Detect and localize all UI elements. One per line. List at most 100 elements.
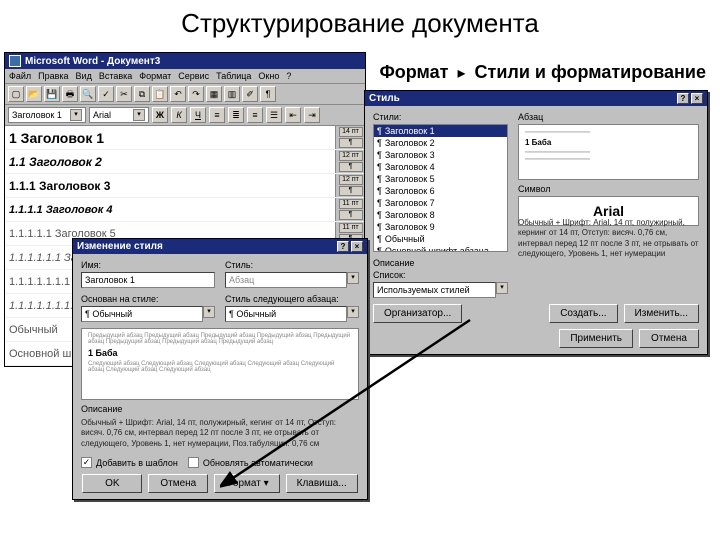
list-select[interactable]: Используемых стилей bbox=[373, 282, 496, 298]
based-select[interactable]: ¶ Обычный bbox=[81, 306, 203, 322]
para-icon: ¶ bbox=[377, 234, 382, 244]
spell-icon[interactable]: ✓ bbox=[98, 86, 114, 102]
outline-text: 1.1.1 Заголовок 3 bbox=[5, 177, 335, 195]
undo-icon[interactable]: ↶ bbox=[170, 86, 186, 102]
format-button[interactable]: Формат ▾ bbox=[214, 474, 279, 493]
outline-row[interactable]: 1.1.1.1 Заголовок 411 пт¶ bbox=[5, 198, 365, 222]
save-icon[interactable]: 💾 bbox=[44, 86, 60, 102]
list-label: Список: bbox=[373, 270, 699, 280]
menu-file[interactable]: Файл bbox=[9, 71, 31, 81]
open-icon[interactable]: 📂 bbox=[26, 86, 42, 102]
menu-instruction: Формат ▸ Стили и форматирование bbox=[379, 62, 706, 83]
italic-icon[interactable]: К bbox=[171, 107, 187, 123]
list-item[interactable]: ¶ Заголовок 6 bbox=[374, 185, 507, 197]
draw-icon[interactable]: ✐ bbox=[242, 86, 258, 102]
close-icon[interactable]: × bbox=[691, 93, 703, 104]
help-icon[interactable]: ? bbox=[337, 241, 349, 252]
indent-dec-icon[interactable]: ⇤ bbox=[285, 107, 301, 123]
copy-icon[interactable]: ⧉ bbox=[134, 86, 150, 102]
align-center-icon[interactable]: ≣ bbox=[228, 107, 244, 123]
cancel-button[interactable]: Отмена bbox=[148, 474, 208, 493]
auto-update-label: Обновлять автоматически bbox=[203, 458, 313, 468]
add-template-checkbox[interactable]: ✓Добавить в шаблон bbox=[81, 457, 178, 468]
menu-edit[interactable]: Правка bbox=[38, 71, 68, 81]
menu-format[interactable]: Формат bbox=[139, 71, 171, 81]
arrow-icon: ▸ bbox=[453, 65, 469, 82]
next-select[interactable]: ¶ Обычный bbox=[225, 306, 347, 322]
list-item[interactable]: ¶ Заголовок 4 bbox=[374, 161, 507, 173]
chevron-down-icon[interactable]: ▾ bbox=[203, 306, 215, 318]
indent-inc-icon[interactable]: ⇥ bbox=[304, 107, 320, 123]
name-field[interactable]: Заголовок 1 bbox=[81, 272, 215, 288]
new-button[interactable]: Создать... bbox=[549, 304, 617, 323]
para-icon: ¶ bbox=[377, 210, 382, 220]
word-icon bbox=[9, 55, 21, 67]
cut-icon[interactable]: ✂ bbox=[116, 86, 132, 102]
menu-window[interactable]: Окно bbox=[258, 71, 279, 81]
ok-button[interactable]: OK bbox=[82, 474, 142, 493]
menu-help[interactable]: ? bbox=[286, 71, 291, 81]
list-item[interactable]: ¶ Заголовок 7 bbox=[374, 197, 507, 209]
auto-update-checkbox[interactable]: Обновлять автоматически bbox=[188, 457, 313, 468]
para-icon[interactable]: ¶ bbox=[339, 138, 363, 148]
key-button[interactable]: Клавиша... bbox=[286, 474, 358, 493]
organizer-button[interactable]: Организатор... bbox=[373, 304, 462, 323]
word-menubar[interactable]: Файл Правка Вид Вставка Формат Сервис Та… bbox=[5, 69, 365, 84]
symbol-label: Символ bbox=[518, 184, 699, 194]
table-icon[interactable]: ▦ bbox=[206, 86, 222, 102]
font-combo-value: Arial bbox=[93, 110, 111, 120]
list-item[interactable]: ¶ Заголовок 2 bbox=[374, 137, 507, 149]
outline-tools: 12 пт¶ bbox=[335, 174, 365, 197]
chevron-down-icon[interactable]: ▾ bbox=[496, 282, 508, 294]
menu-view[interactable]: Вид bbox=[76, 71, 92, 81]
list-item[interactable]: ¶ Обычный bbox=[374, 233, 507, 245]
list-item[interactable]: ¶ Основной шрифт абзаца bbox=[374, 245, 507, 252]
chevron-down-icon[interactable]: ▾ bbox=[133, 109, 145, 121]
underline-icon[interactable]: Ч bbox=[190, 107, 206, 123]
style-combo[interactable]: Заголовок 1 ▾ bbox=[8, 107, 86, 123]
close-icon[interactable]: × bbox=[351, 241, 363, 252]
help-icon[interactable]: ? bbox=[677, 93, 689, 104]
align-right-icon[interactable]: ≡ bbox=[247, 107, 263, 123]
align-left-icon[interactable]: ≡ bbox=[209, 107, 225, 123]
styles-listbox[interactable]: ¶ Заголовок 1¶ Заголовок 2¶ Заголовок 3¶… bbox=[373, 124, 508, 252]
cancel-button[interactable]: Отмена bbox=[639, 329, 699, 348]
columns-icon[interactable]: ▥ bbox=[224, 86, 240, 102]
outline-text: 1 Заголовок 1 bbox=[5, 128, 335, 148]
para-icon[interactable]: ¶ bbox=[339, 210, 363, 220]
list-item[interactable]: ¶ Заголовок 8 bbox=[374, 209, 507, 221]
menu-insert[interactable]: Вставка bbox=[99, 71, 132, 81]
redo-icon[interactable]: ↷ bbox=[188, 86, 204, 102]
formatting-toolbar: Заголовок 1 ▾ Arial ▾ Ж К Ч ≡ ≣ ≡ ☰ ⇤ ⇥ bbox=[5, 105, 365, 126]
para-icon[interactable]: ¶ bbox=[339, 186, 363, 196]
chevron-down-icon[interactable]: ▾ bbox=[347, 306, 359, 318]
list-item[interactable]: ¶ Заголовок 1 bbox=[374, 125, 507, 137]
based-label: Основан на стиле: bbox=[81, 294, 215, 304]
menu-service[interactable]: Сервис bbox=[178, 71, 209, 81]
outline-tools: 14 пт¶ bbox=[335, 126, 365, 149]
font-combo[interactable]: Arial ▾ bbox=[89, 107, 149, 123]
chevron-down-icon[interactable]: ▾ bbox=[70, 109, 82, 121]
modify-button[interactable]: Изменить... bbox=[624, 304, 699, 323]
new-icon[interactable]: ▢ bbox=[8, 86, 24, 102]
list-item[interactable]: ¶ Заголовок 5 bbox=[374, 173, 507, 185]
word-titlebar: Microsoft Word - Документ3 bbox=[5, 53, 365, 69]
apply-button[interactable]: Применить bbox=[559, 329, 633, 348]
paste-icon[interactable]: 📋 bbox=[152, 86, 168, 102]
desc-label: Описание bbox=[81, 404, 359, 414]
menu-styles-formatting: Стили и форматирование bbox=[475, 62, 706, 82]
outline-row[interactable]: 1 Заголовок 114 пт¶ bbox=[5, 126, 365, 150]
list-item[interactable]: ¶ Заголовок 9 bbox=[374, 221, 507, 233]
menu-table[interactable]: Таблица bbox=[216, 71, 251, 81]
style-dialog-titlebar: Стиль ?× bbox=[365, 91, 707, 106]
standard-toolbar: ▢ 📂 💾 🖶 🔍 ✓ ✂ ⧉ 📋 ↶ ↷ ▦ ▥ ✐ ¶ bbox=[5, 84, 365, 105]
outline-row[interactable]: 1.1 Заголовок 212 пт¶ bbox=[5, 150, 365, 174]
preview-icon[interactable]: 🔍 bbox=[80, 86, 96, 102]
bold-icon[interactable]: Ж bbox=[152, 107, 168, 123]
map-icon[interactable]: ¶ bbox=[260, 86, 276, 102]
outline-row[interactable]: 1.1.1 Заголовок 312 пт¶ bbox=[5, 174, 365, 198]
list-item[interactable]: ¶ Заголовок 3 bbox=[374, 149, 507, 161]
para-icon[interactable]: ¶ bbox=[339, 162, 363, 172]
print-icon[interactable]: 🖶 bbox=[62, 86, 78, 102]
list-icon[interactable]: ☰ bbox=[266, 107, 282, 123]
